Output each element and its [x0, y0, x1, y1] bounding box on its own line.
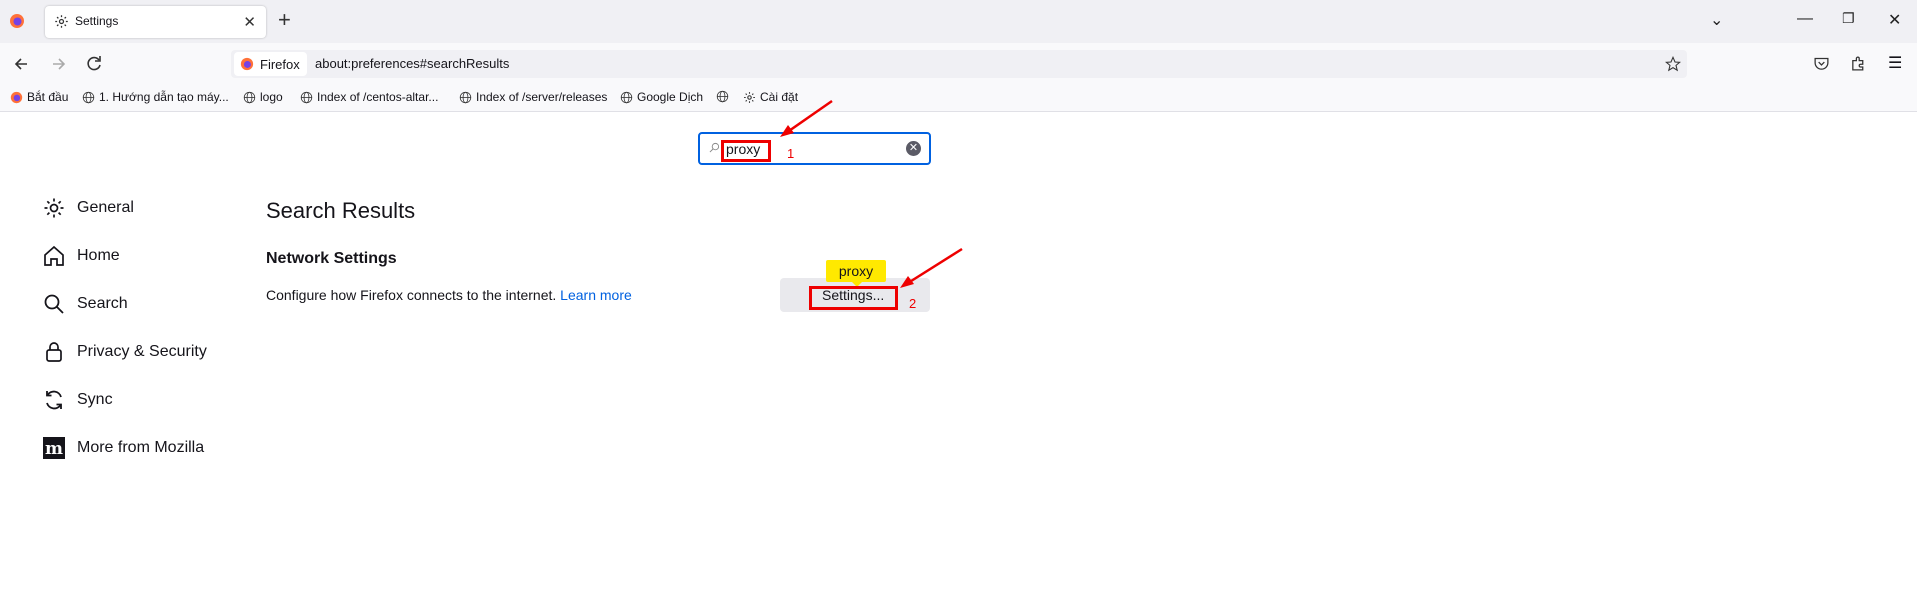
sidebar-item-privacy[interactable]: Privacy & Security	[42, 340, 207, 364]
bookmark-label: 1. Hướng dẫn tạo máy...	[99, 90, 229, 104]
annotation-box-2	[809, 286, 898, 310]
back-icon[interactable]	[11, 53, 33, 75]
firefox-icon[interactable]	[9, 13, 25, 29]
globe-icon	[82, 91, 95, 103]
close-window-button[interactable]: ✕	[1888, 10, 1901, 30]
extensions-icon[interactable]	[1850, 55, 1867, 72]
globe-icon	[716, 90, 729, 103]
tab-title: Settings	[75, 14, 119, 28]
tab-settings[interactable]: Settings ✕	[45, 6, 266, 38]
annotation-label-1: 1	[787, 146, 795, 161]
home-icon	[44, 245, 64, 266]
bookmark-item[interactable]: Index of /server/releases	[459, 90, 607, 104]
gear-icon	[744, 91, 755, 103]
sidebar-item-label: General	[77, 199, 134, 216]
bookmark-item[interactable]: 1. Hướng dẫn tạo máy...	[82, 90, 229, 104]
tab-strip: Settings ✕ + ⌄ — ❐ ✕	[0, 0, 1917, 43]
sidebar-item-search[interactable]: Search	[42, 292, 128, 316]
network-settings-description: Configure how Firefox connects to the in…	[266, 287, 632, 303]
clear-search-icon[interactable]: ✕	[906, 141, 921, 156]
gear-icon	[44, 198, 64, 218]
sidebar-item-label: Home	[77, 247, 120, 264]
bookmark-label: Index of /centos-altar...	[317, 90, 439, 104]
sidebar-item-label: Search	[77, 295, 128, 312]
sync-icon	[46, 390, 62, 410]
url-bar[interactable]: Firefox about:preferences#searchResults	[231, 50, 1687, 78]
learn-more-link[interactable]: Learn more	[560, 287, 632, 303]
navigation-toolbar: Firefox about:preferences#searchResults …	[0, 43, 1917, 85]
sidebar-item-label: More from Mozilla	[77, 439, 205, 456]
close-tab-icon[interactable]: ✕	[243, 13, 256, 31]
bookmark-label: logo	[260, 90, 283, 104]
sidebar-item-general[interactable]: General	[42, 196, 134, 220]
bookmark-item[interactable]: Index of /centos-altar...	[300, 90, 438, 104]
sidebar-item-home[interactable]: Home	[42, 244, 120, 268]
forward-icon[interactable]	[47, 53, 69, 75]
identity-label: Firefox	[260, 56, 300, 72]
firefox-icon	[10, 91, 23, 103]
restore-button[interactable]: ❐	[1842, 10, 1855, 27]
sidebar-item-more-from-mozilla[interactable]: m More from Mozilla	[42, 436, 204, 460]
network-settings-heading: Network Settings	[266, 250, 397, 267]
globe-icon	[300, 91, 313, 103]
url-text[interactable]: about:preferences#searchResults	[315, 56, 509, 71]
mozilla-icon: m	[43, 437, 65, 459]
sidebar-item-label: Sync	[77, 391, 113, 408]
search-icon	[44, 294, 64, 314]
annotation-arrow-1	[780, 99, 833, 137]
gear-icon	[55, 15, 68, 28]
annotation-box-1	[721, 140, 771, 162]
globe-icon	[459, 91, 472, 103]
bookmarks-toolbar: Bắt đầu 1. Hướng dẫn tạo máy... logo Ind…	[0, 85, 1917, 112]
identity-box[interactable]: Firefox	[234, 52, 307, 76]
globe-icon	[243, 91, 256, 103]
annotation-label-2: 2	[909, 296, 917, 311]
search-highlight-tooltip: proxy	[826, 260, 886, 287]
network-description-text: Configure how Firefox connects to the in…	[266, 287, 557, 303]
list-tabs-icon[interactable]: ⌄	[1710, 10, 1723, 30]
sidebar-item-sync[interactable]: Sync	[42, 388, 113, 412]
bookmark-item[interactable]: Google Dịch	[620, 90, 703, 104]
bookmark-item[interactable]: logo	[243, 90, 283, 104]
google-translate-icon	[620, 91, 633, 103]
firefox-icon	[240, 57, 254, 71]
pocket-icon[interactable]	[1813, 55, 1830, 72]
lock-icon	[46, 342, 62, 362]
menu-icon[interactable]: ☰	[1888, 53, 1902, 73]
annotation-arrow-2	[900, 247, 963, 288]
bookmark-item[interactable]	[716, 90, 729, 103]
bookmark-label: Index of /server/releases	[476, 90, 608, 104]
search-icon	[709, 142, 720, 153]
page-title: Search Results	[266, 198, 416, 223]
reload-icon[interactable]	[83, 53, 105, 75]
minimize-button[interactable]: —	[1797, 10, 1813, 28]
bookmark-label: Bắt đầu	[27, 90, 69, 104]
sidebar-item-label: Privacy & Security	[77, 343, 207, 360]
new-tab-button[interactable]: +	[278, 9, 291, 31]
bookmark-star-icon[interactable]	[1665, 56, 1681, 72]
svg-text:m: m	[45, 439, 63, 459]
bookmark-item[interactable]: Bắt đầu	[10, 90, 68, 104]
bookmark-label: Google Dịch	[637, 90, 704, 104]
